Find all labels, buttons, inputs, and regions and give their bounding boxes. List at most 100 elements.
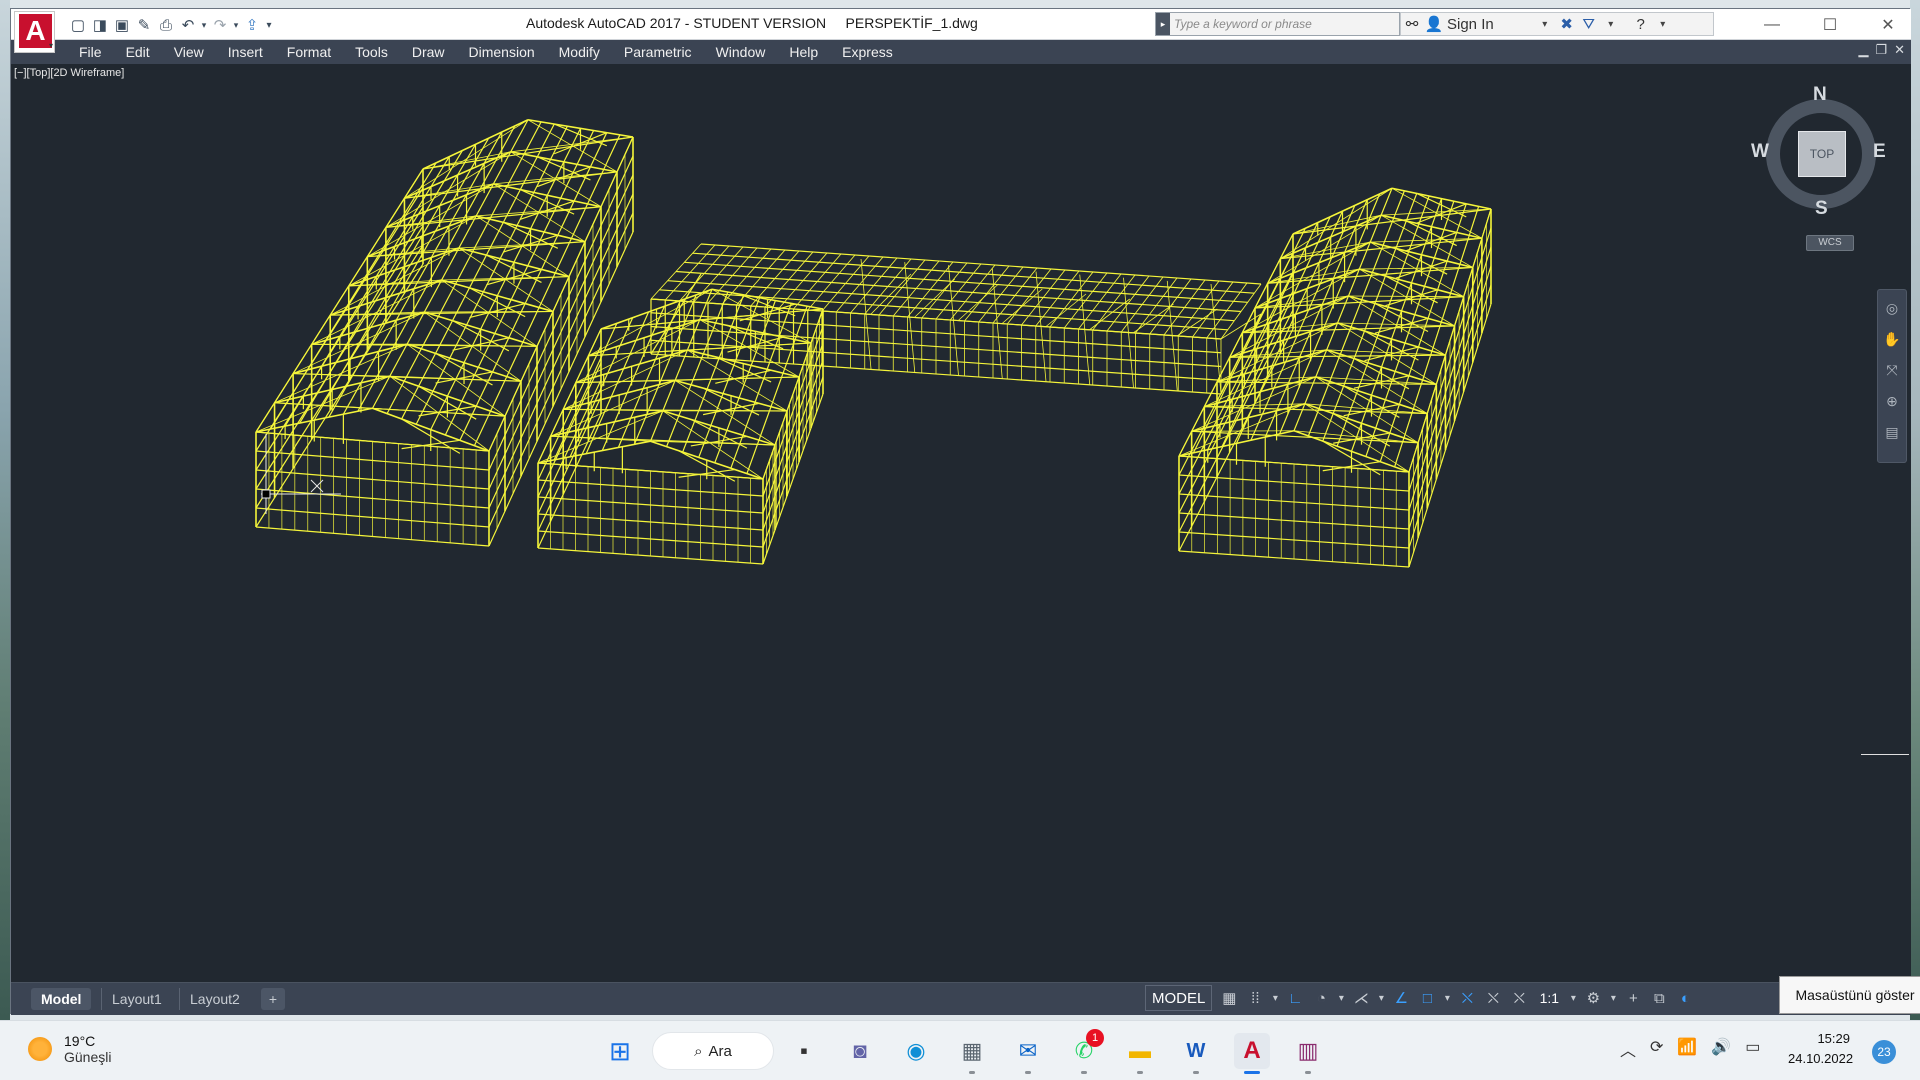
clock[interactable]: 15:29 24.10.2022	[1788, 1029, 1853, 1069]
menu-format[interactable]: Format	[275, 44, 343, 60]
file-explorer-icon[interactable]: ▬	[1122, 1033, 1158, 1074]
snap-dropdown-icon[interactable]: ▾	[1268, 993, 1282, 1004]
weather-widget[interactable]: 19°C Güneşli	[28, 1033, 111, 1065]
compass-south[interactable]: S	[1815, 198, 1828, 220]
whatsapp-icon[interactable]: ✆ 1	[1066, 1029, 1104, 1074]
menu-file[interactable]: File	[67, 44, 114, 60]
search-input[interactable]	[1170, 14, 1395, 34]
compass-north[interactable]: N	[1813, 84, 1827, 106]
menu-tools[interactable]: Tools	[343, 44, 400, 60]
exchange-apps-icon[interactable]: ✖	[1556, 15, 1578, 33]
drawing-area[interactable]: [−][Top][2D Wireframe] TOP N S E W WCS ◎…	[11, 64, 1911, 982]
doc-minimize-icon[interactable]: ▁	[1858, 42, 1868, 58]
close-button[interactable]: ✕	[1859, 9, 1917, 40]
isodraft-dropdown-icon[interactable]: ▾	[1374, 993, 1388, 1004]
polar-dropdown-icon[interactable]: ▾	[1334, 993, 1348, 1004]
edge-icon[interactable]: ◉	[898, 1033, 934, 1069]
wcs-menu[interactable]: WCS	[1806, 235, 1854, 251]
application-menu-button[interactable]: A ▾	[14, 11, 55, 53]
word-icon[interactable]: W	[1178, 1033, 1214, 1074]
viewcube-top-face[interactable]: TOP	[1798, 131, 1846, 177]
object-snap-dropdown-icon[interactable]: ▾	[1440, 993, 1454, 1004]
isodraft-icon[interactable]: ⋌	[1348, 989, 1374, 1007]
showmotion-icon[interactable]: ▤	[1885, 424, 1898, 441]
tab-model[interactable]: Model	[31, 988, 92, 1010]
menu-modify[interactable]: Modify	[547, 44, 612, 60]
doc-restore-icon[interactable]: ❐	[1875, 42, 1887, 58]
grid-icon[interactable]: ▦	[1216, 989, 1242, 1007]
notifications-badge[interactable]: 23	[1872, 1040, 1896, 1064]
menu-window[interactable]: Window	[704, 44, 778, 60]
redo-dropdown-icon[interactable]: ▾	[231, 14, 241, 36]
undo-dropdown-icon[interactable]: ▾	[199, 14, 209, 36]
model-space-button[interactable]: MODEL	[1145, 985, 1213, 1011]
help-dropdown-icon[interactable]: ▾	[1652, 19, 1674, 30]
menu-dimension[interactable]: Dimension	[457, 44, 547, 60]
zoom-extents-icon[interactable]: ⤧	[1886, 362, 1897, 379]
workspace-gear-icon[interactable]: ⚙	[1580, 989, 1606, 1007]
scale-dropdown-icon[interactable]: ▾	[1566, 993, 1580, 1004]
sync-icon[interactable]: ⟳	[1650, 1037, 1663, 1061]
taskbar-search[interactable]: ⌕ Ara	[652, 1032, 774, 1070]
sign-in-link[interactable]: Sign In	[1447, 16, 1494, 33]
windows-start-icon[interactable]: ⊞	[602, 1033, 638, 1069]
isolate-objects-icon[interactable]: ⧉	[1646, 990, 1672, 1007]
volume-icon[interactable]: 🔊	[1711, 1037, 1731, 1061]
annotation-visibility-icon[interactable]: ⛌	[1454, 990, 1480, 1007]
tab-layout2[interactable]: Layout2	[179, 988, 250, 1010]
save-icon[interactable]: ▣	[111, 14, 133, 36]
menu-help[interactable]: Help	[777, 44, 830, 60]
a360-dropdown-icon[interactable]: ▾	[1600, 19, 1622, 30]
annotation-scale-icon[interactable]: ⛌	[1506, 990, 1532, 1007]
battery-icon[interactable]: ▭	[1745, 1037, 1760, 1061]
chevron-up-icon[interactable]: ︿	[1620, 1037, 1636, 1061]
task-view-icon[interactable]: ▪	[786, 1033, 822, 1069]
calculator-icon[interactable]: ▦	[954, 1033, 990, 1074]
winrar-icon[interactable]: ▥	[1290, 1033, 1326, 1074]
menu-insert[interactable]: Insert	[216, 44, 275, 60]
snap-mode-icon[interactable]: ⁞⁞	[1242, 990, 1268, 1007]
annotation-monitor-icon[interactable]: +	[1620, 990, 1646, 1007]
autodesk-a360-icon[interactable]: ⛛	[1578, 16, 1600, 33]
add-layout-button[interactable]: +	[261, 988, 285, 1010]
redo-icon[interactable]: ↷	[209, 14, 231, 36]
doc-close-icon[interactable]: ✕	[1894, 42, 1905, 58]
share-icon[interactable]: ⇪	[241, 14, 263, 36]
plot-print-icon[interactable]: ⎙	[155, 14, 177, 36]
steering-wheel-icon[interactable]: ◎	[1886, 300, 1898, 317]
open-folder-icon[interactable]: ◨	[89, 14, 111, 36]
sign-in-dropdown-icon[interactable]: ▾	[1534, 19, 1556, 30]
maximize-button[interactable]: ☐	[1801, 9, 1859, 40]
object-snap-tracking-icon[interactable]: ∠	[1388, 989, 1414, 1007]
menu-view[interactable]: View	[162, 44, 216, 60]
undo-icon[interactable]: ↶	[177, 14, 199, 36]
binoculars-search-icon[interactable]: ⚯	[1401, 15, 1423, 33]
menu-express[interactable]: Express	[830, 44, 905, 60]
teams-chat-icon[interactable]: ◙	[842, 1033, 878, 1069]
compass-west[interactable]: W	[1751, 141, 1769, 163]
menu-edit[interactable]: Edit	[114, 44, 162, 60]
workspace-dropdown-icon[interactable]: ▾	[1606, 993, 1620, 1004]
menu-draw[interactable]: Draw	[400, 44, 457, 60]
orbit-icon[interactable]: ⊕	[1886, 393, 1898, 410]
help-icon[interactable]: ?	[1630, 16, 1652, 33]
wifi-icon[interactable]: 📶	[1677, 1037, 1697, 1061]
menu-parametric[interactable]: Parametric	[612, 44, 704, 60]
tab-layout1[interactable]: Layout1	[101, 988, 172, 1010]
new-file-icon[interactable]: ▢	[67, 14, 89, 36]
pan-hand-icon[interactable]: ✋	[1883, 331, 1900, 348]
autocad-icon[interactable]: A	[1234, 1033, 1270, 1074]
hardware-acceleration-icon[interactable]: ◐	[1672, 990, 1698, 1007]
polar-tracking-icon[interactable]: ◔	[1308, 990, 1334, 1007]
auto-scale-icon[interactable]: ⛌	[1480, 990, 1506, 1007]
minimize-button[interactable]: —	[1743, 9, 1801, 40]
save-as-icon[interactable]: ✎	[133, 14, 155, 36]
search-expand-icon[interactable]: ▸	[1156, 13, 1170, 35]
object-snap-icon[interactable]: □	[1414, 990, 1440, 1007]
viewcube[interactable]: TOP N S E W	[1751, 84, 1891, 224]
customize-qat-icon[interactable]: ▾	[263, 14, 275, 36]
outlook-icon[interactable]: ✉	[1010, 1033, 1046, 1074]
ortho-mode-icon[interactable]: ∟	[1282, 990, 1308, 1007]
user-icon[interactable]: 👤	[1423, 15, 1445, 33]
compass-east[interactable]: E	[1873, 141, 1886, 163]
